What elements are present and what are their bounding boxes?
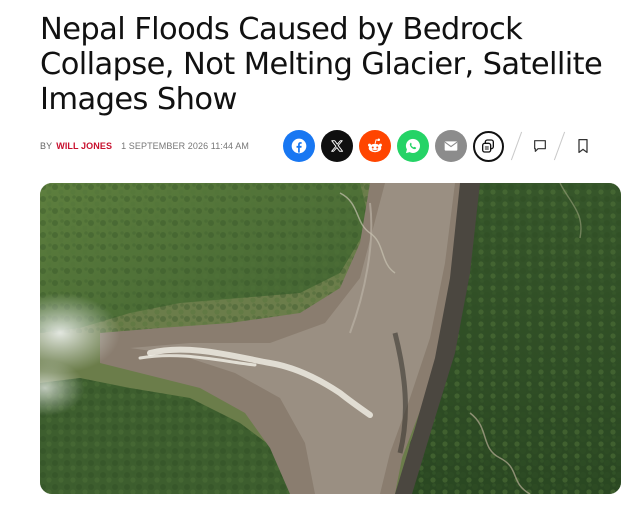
email-icon: [444, 141, 458, 151]
share-whatsapp-button[interactable]: [396, 130, 429, 162]
copy-link-button[interactable]: [472, 130, 504, 162]
share-facebook-button[interactable]: [282, 130, 315, 162]
by-label: BY: [40, 141, 53, 151]
whatsapp-icon: [405, 138, 420, 154]
bookmark-icon: [578, 139, 588, 153]
bookmark-button[interactable]: [570, 133, 596, 159]
x-icon: [331, 140, 344, 152]
divider: [510, 131, 523, 161]
comment-icon: [534, 140, 546, 152]
article-headline: Nepal Floods Caused by Bedrock Collapse,…: [40, 12, 603, 117]
author-link[interactable]: WILL JONES: [56, 141, 112, 151]
share-x-button[interactable]: [320, 130, 353, 162]
hero-image: [40, 183, 621, 494]
divider: [553, 131, 566, 161]
satellite-image: [40, 183, 621, 494]
facebook-icon: [291, 138, 307, 154]
article-meta-row: BY WILL JONES 1 SEPTEMBER 2026 11:44 AM: [40, 129, 625, 163]
copy-link-icon: [482, 139, 495, 153]
reddit-icon: [367, 138, 382, 153]
publish-date: 1 SEPTEMBER 2026 11:44 AM: [121, 141, 249, 151]
byline: BY WILL JONES 1 SEPTEMBER 2026 11:44 AM: [40, 141, 249, 151]
share-email-button[interactable]: [434, 130, 467, 162]
comments-button[interactable]: [527, 133, 553, 159]
share-bar: [282, 130, 596, 162]
share-reddit-button[interactable]: [358, 130, 391, 162]
